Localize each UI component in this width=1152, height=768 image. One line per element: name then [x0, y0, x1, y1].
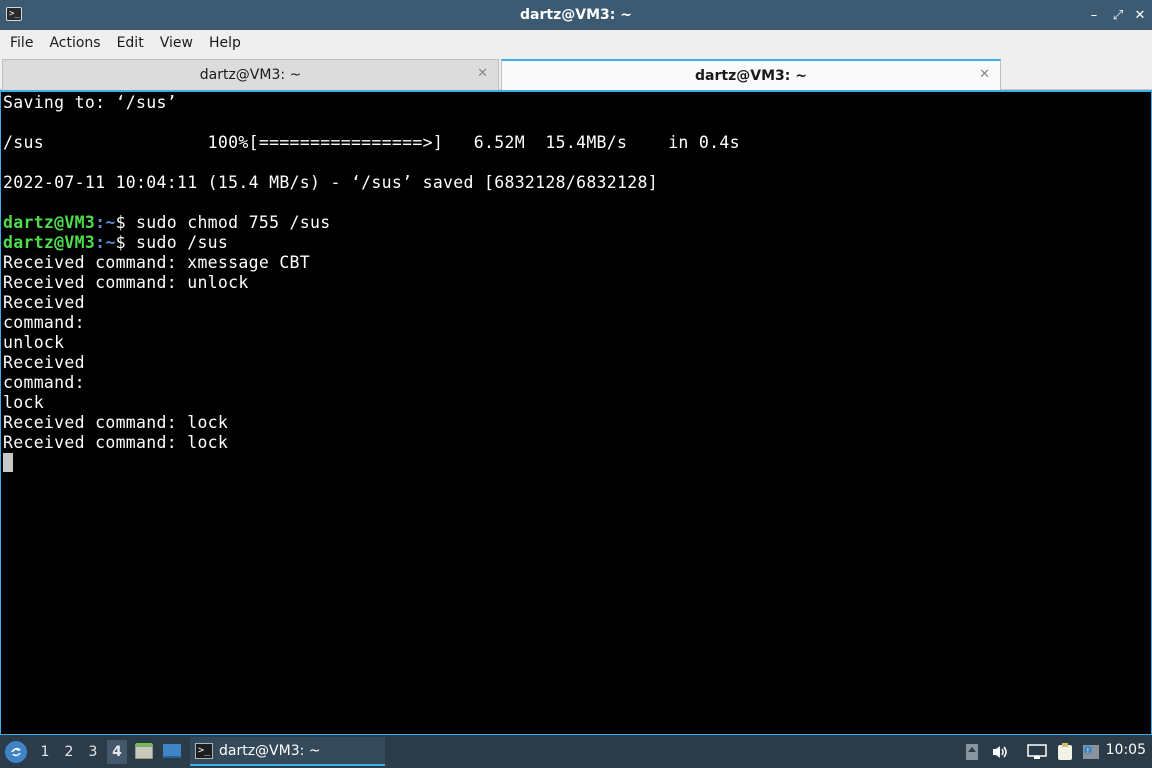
- output-line: Received: [3, 353, 85, 372]
- terminal-icon: >_: [195, 742, 213, 759]
- notification-icon[interactable]: !: [1081, 742, 1101, 762]
- menu-file[interactable]: File: [2, 35, 41, 51]
- output-line: command:: [3, 373, 85, 392]
- output-line: command:: [3, 313, 85, 332]
- tab-label: dartz@VM3: ~: [199, 67, 302, 83]
- output-line: lock: [3, 393, 44, 412]
- prompt-dollar: $: [115, 233, 137, 252]
- prompt-dollar: $: [115, 213, 137, 232]
- tab-bar: dartz@VM3: ~ ✕ dartz@VM3: ~ ✕: [0, 56, 1152, 90]
- output-line: Received command: unlock: [3, 273, 249, 292]
- maximize-button[interactable]: ⤢: [1109, 6, 1127, 24]
- prompt-user: dartz@VM3: [3, 213, 96, 232]
- tab-close-icon[interactable]: ✕: [979, 67, 990, 82]
- network-icon[interactable]: [1027, 742, 1047, 762]
- terminal-icon[interactable]: >_: [6, 7, 22, 21]
- clock[interactable]: 10:05: [1106, 742, 1146, 758]
- tab-label: dartz@VM3: ~: [695, 67, 807, 84]
- desktop-switch-2[interactable]: 2: [59, 740, 79, 764]
- prompt-path: ~: [105, 213, 116, 232]
- window-titlebar: >_ dartz@VM3: ~ – ⤢ ✕: [0, 0, 1152, 30]
- text-cursor: [3, 453, 13, 472]
- svg-text:!: !: [1087, 747, 1090, 755]
- terminal-view[interactable]: Saving to: ‘/sus’ /sus 100%[============…: [0, 90, 1152, 735]
- file-manager-icon[interactable]: [134, 741, 154, 761]
- close-button[interactable]: ✕: [1131, 6, 1149, 24]
- minimize-button[interactable]: –: [1085, 6, 1103, 24]
- output-line: Received command: xmessage CBT: [3, 253, 311, 272]
- volume-icon[interactable]: [990, 742, 1010, 762]
- tray-expand-icon[interactable]: [962, 742, 982, 762]
- menu-view[interactable]: View: [152, 35, 201, 51]
- window-title: dartz@VM3: ~: [520, 7, 632, 23]
- desktop-switch-1[interactable]: 1: [35, 740, 55, 764]
- menu-edit[interactable]: Edit: [109, 35, 152, 51]
- menu-help[interactable]: Help: [201, 35, 249, 51]
- task-terminal[interactable]: >_ dartz@VM3: ~: [190, 737, 385, 766]
- prompt-line: dartz@VM3:~$ sudo /sus: [3, 233, 1149, 253]
- prompt-sep: :: [95, 213, 106, 232]
- taskbar: 1 2 3 4 >_ dartz@VM3: ~ ! 10:05: [0, 735, 1152, 768]
- tab-close-icon[interactable]: ✕: [477, 66, 488, 81]
- prompt-line: dartz@VM3:~$ sudo chmod 755 /sus: [3, 213, 1149, 233]
- command-text: sudo /sus: [136, 233, 229, 252]
- terminal-line: /sus 100%[================>] 6.52M 15.4M…: [3, 133, 740, 152]
- prompt-path: ~: [105, 233, 116, 252]
- output-line: Received: [3, 293, 85, 312]
- output-line: Received command: lock: [3, 433, 229, 452]
- show-desktop-icon[interactable]: [162, 741, 182, 761]
- tab-terminal-2[interactable]: dartz@VM3: ~ ✕: [501, 59, 1001, 90]
- cursor-line: [3, 453, 1149, 473]
- desktop-switch-4[interactable]: 4: [107, 740, 127, 764]
- terminal-line: 2022-07-11 10:04:11 (15.4 MB/s) - ‘/sus’…: [3, 173, 658, 192]
- tab-terminal-1[interactable]: dartz@VM3: ~ ✕: [2, 59, 499, 90]
- menu-actions[interactable]: Actions: [41, 35, 108, 51]
- terminal-line: Saving to: ‘/sus’: [3, 93, 177, 112]
- desktop-switch-3[interactable]: 3: [83, 740, 103, 764]
- output-line: unlock: [3, 333, 65, 352]
- command-text: sudo chmod 755 /sus: [136, 213, 331, 232]
- lxqt-start-icon[interactable]: [5, 741, 27, 763]
- output-line: Received command: lock: [3, 413, 229, 432]
- clipboard-icon[interactable]: [1055, 742, 1075, 762]
- task-label: dartz@VM3: ~: [219, 742, 321, 759]
- prompt-user: dartz@VM3: [3, 233, 96, 252]
- prompt-sep: :: [95, 233, 106, 252]
- menu-bar: File Actions Edit View Help: [0, 30, 1152, 56]
